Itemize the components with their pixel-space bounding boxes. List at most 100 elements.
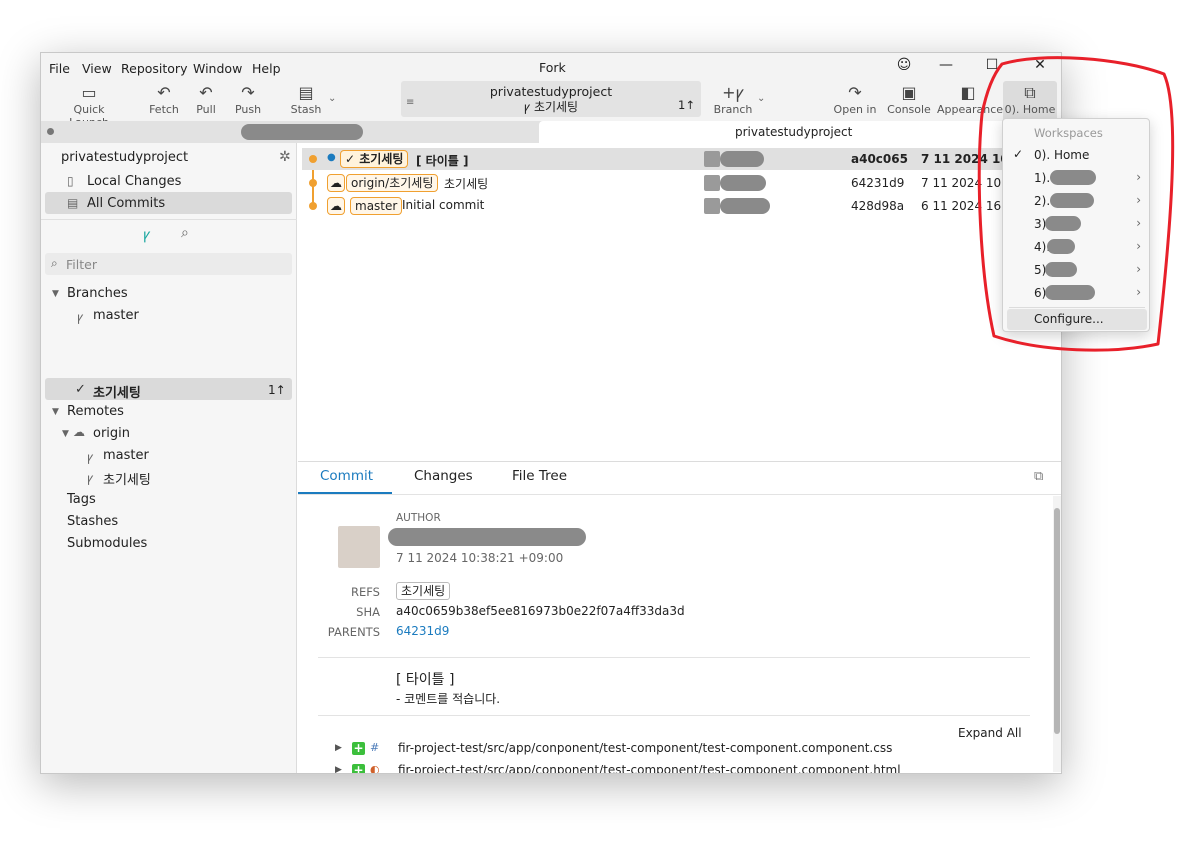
repo-selector-ahead: 1↑ <box>678 98 695 112</box>
red-annotation-circle <box>977 56 1175 352</box>
commit-message: Initial commit <box>402 198 485 212</box>
file-path[interactable]: fir-project-test/src/app/conponent/test-… <box>398 763 901 773</box>
toolbar: ▭ Quick Launch ↶ Fetch ↶ Pull ↷ Push ▤ S… <box>41 81 1061 129</box>
graph-node <box>309 179 317 187</box>
author-avatar <box>338 526 380 568</box>
sidebar-remotes[interactable]: Remotes <box>67 404 124 419</box>
commit-body: - 코멘트를 적습니다. <box>396 692 501 706</box>
sha-label: SHA <box>356 605 380 619</box>
branch-icon: +ꝩ <box>722 83 744 102</box>
sidebar: privatestudyproject ✲ ▯ Local Changes ▤ … <box>41 143 297 773</box>
tab-file-tree[interactable]: File Tree <box>512 468 567 484</box>
avatar <box>704 151 720 167</box>
redacted-tab[interactable] <box>241 124 363 140</box>
scrollbar-thumb[interactable] <box>1054 508 1060 734</box>
menu-bar: File View Repository Window Help Fork ☺ … <box>41 53 1061 81</box>
pull-button[interactable]: ↶ Pull <box>191 81 221 121</box>
repo-selector[interactable]: ≡ privatestudyproject ꝩ 초기세팅 1↑ <box>401 81 701 117</box>
expand-file-icon[interactable]: ▶ <box>335 765 342 773</box>
menu-repository[interactable]: Repository <box>121 61 187 76</box>
pull-icon: ↶ <box>199 83 213 102</box>
expand-file-icon[interactable]: ▶ <box>335 743 342 753</box>
minimize-icon[interactable]: — <box>933 57 959 73</box>
sidebar-stashes[interactable]: Stashes <box>67 514 118 529</box>
redacted-author <box>720 151 764 167</box>
pull-label: Pull <box>196 103 216 116</box>
graph-node <box>309 155 317 163</box>
sidebar-repo-name: privatestudyproject <box>61 150 189 165</box>
head-dot-icon: ● <box>327 152 336 163</box>
sidebar-branch-current[interactable]: 초기세팅 <box>93 382 141 401</box>
remotes-expand-icon[interactable]: ▼ <box>52 407 59 417</box>
sidebar-item-local-changes[interactable]: Local Changes <box>87 174 181 189</box>
branch-dropdown-icon[interactable]: ⌄ <box>757 93 765 104</box>
expand-all-button[interactable]: Expand All <box>958 726 1022 740</box>
commit-ref: master <box>350 197 403 215</box>
scrollbar[interactable] <box>1053 496 1061 772</box>
sidebar-submodules[interactable]: Submodules <box>67 536 147 551</box>
stash-dropdown-icon[interactable]: ⌄ <box>328 93 336 104</box>
origin-expand-icon[interactable]: ▼ <box>62 429 69 439</box>
settings-icon[interactable]: ✲ <box>279 149 291 165</box>
filter-input[interactable]: ⌕ Filter <box>45 253 292 275</box>
sidebar-remote-origin[interactable]: origin <box>93 426 130 441</box>
sidebar-tags[interactable]: Tags <box>67 492 96 507</box>
avatar <box>704 198 720 214</box>
tab-label: privatestudyproject <box>735 125 853 139</box>
open-in-button[interactable]: ↷ Open in <box>833 81 877 121</box>
repo-selector-name: privatestudyproject <box>489 84 613 99</box>
redacted-author <box>720 198 770 214</box>
refs-badge: 초기세팅 <box>396 582 451 600</box>
console-button[interactable]: ▣ Console <box>887 81 931 121</box>
parents-label: PARENTS <box>327 625 380 639</box>
external-link-icon[interactable]: ⧉ <box>1034 469 1043 484</box>
tab-privatestudyproject[interactable]: privatestudyproject <box>539 121 1039 143</box>
html-file-icon: ◐ <box>370 763 380 774</box>
redacted-author-name <box>388 528 586 546</box>
menu-view[interactable]: View <box>82 61 112 76</box>
branches-expand-icon[interactable]: ▼ <box>52 289 59 299</box>
commit-ref: ✓ 초기세팅 <box>340 150 409 168</box>
menu-window[interactable]: Window <box>193 61 242 76</box>
menu-file[interactable]: File <box>49 61 70 76</box>
fetch-label: Fetch <box>149 103 179 116</box>
sidebar-remote-setting[interactable]: 초기세팅 <box>103 469 151 488</box>
push-button[interactable]: ↷ Push <box>231 81 265 121</box>
repo-selector-branch-label: 초기세팅 <box>533 100 579 114</box>
sidebar-branches[interactable]: Branches <box>67 286 128 301</box>
cloud-ref-icon: ☁ <box>327 197 345 215</box>
branch-icon: ꝩ <box>77 310 84 324</box>
stash-button[interactable]: ▤ Stash <box>289 81 323 121</box>
branch-button[interactable]: +ꝩ Branch <box>713 81 753 121</box>
sidebar-remote-master[interactable]: master <box>103 448 149 463</box>
commit-detail: Commit Changes File Tree ⧉ AUTHOR 7 11 2… <box>298 461 1061 774</box>
app-title: Fork <box>539 60 566 75</box>
search-icon[interactable]: ⌕ <box>181 225 189 241</box>
divider <box>41 219 297 220</box>
menu-help[interactable]: Help <box>252 61 281 76</box>
branches-view-icon[interactable]: ꝩ <box>143 225 150 244</box>
file-path[interactable]: fir-project-test/src/app/conponent/test-… <box>398 741 892 755</box>
remote-branch-icon: ꝩ <box>87 450 94 464</box>
folder-icon: ▭ <box>81 83 97 102</box>
cloud-icon: ☁ <box>73 425 85 439</box>
fetch-button[interactable]: ↶ Fetch <box>147 81 181 121</box>
parents-link[interactable]: 64231d9 <box>396 624 449 638</box>
sidebar-branch-master[interactable]: master <box>93 308 139 323</box>
smiley-icon[interactable]: ☺ <box>891 57 917 73</box>
filter-placeholder: Filter <box>66 257 97 272</box>
tab-commit[interactable]: Commit <box>320 468 373 484</box>
tab-bar: privatestudyproject <box>41 121 1061 143</box>
tab-changes[interactable]: Changes <box>414 468 473 484</box>
sidebar-item-all-commits[interactable] <box>45 192 292 214</box>
added-icon: + <box>352 741 365 755</box>
branch-label: Branch <box>713 103 753 116</box>
console-icon: ▣ <box>901 83 917 102</box>
tab-dot-icon <box>47 128 54 135</box>
remote-branch-icon-2: ꝩ <box>87 471 94 485</box>
quick-launch-button[interactable]: ▭ Quick Launch <box>53 81 125 129</box>
open-in-icon: ↷ <box>848 83 862 102</box>
commit-title: [ 타이틀 ] <box>396 672 455 688</box>
console-label: Console <box>887 103 931 116</box>
author-date: 7 11 2024 10:38:21 +09:00 <box>396 551 564 565</box>
